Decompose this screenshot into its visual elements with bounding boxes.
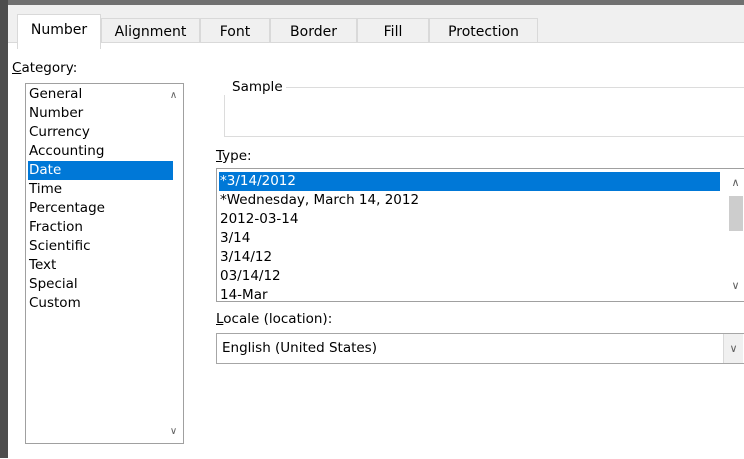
type-list-item[interactable]: 14-Mar — [219, 286, 720, 301]
type-list-item[interactable]: *Wednesday, March 14, 2012 — [219, 191, 720, 210]
chevron-down-icon[interactable]: ∨ — [726, 279, 744, 292]
category-label: Category: — [12, 60, 78, 76]
category-list-item[interactable]: General — [28, 85, 173, 104]
type-list-item[interactable]: 03/14/12 — [219, 267, 720, 286]
chevron-down-icon[interactable]: ∨ — [723, 334, 743, 363]
chevron-up-icon[interactable]: ∧ — [726, 176, 744, 189]
tab-strip: Number Alignment Font Border Fill Protec… — [8, 5, 744, 49]
type-list-item[interactable]: 3/14 — [219, 229, 720, 248]
type-scrollbar[interactable]: ∧ ∨ — [726, 169, 744, 301]
category-list-item[interactable]: Scientific — [28, 237, 173, 256]
number-tab-panel: Category: ∧ ∨ General Number Currency Accou… — [8, 42, 744, 459]
category-list-item[interactable]: Accounting — [28, 142, 173, 161]
category-list-item[interactable]: Percentage — [28, 199, 173, 218]
type-listbox[interactable]: ∧ ∨ *3/14/2012 *Wednesday, March 14, 2012… — [216, 168, 744, 302]
sample-label: Sample — [224, 79, 286, 95]
category-list-item[interactable]: Time — [28, 180, 173, 199]
category-list-item[interactable]: Text — [28, 256, 173, 275]
category-list-item[interactable]: Fraction — [28, 218, 173, 237]
type-label: Type: — [216, 148, 252, 164]
category-list-item[interactable]: Number — [28, 104, 173, 123]
scroll-thumb[interactable] — [729, 196, 743, 231]
category-list-item[interactable]: Currency — [28, 123, 173, 142]
chevron-down-icon[interactable]: ∨ — [164, 426, 183, 437]
category-list-item[interactable]: Custom — [28, 294, 173, 313]
category-list-item[interactable]: Date — [28, 161, 173, 180]
type-list-item[interactable]: 2012-03-14 — [219, 210, 720, 229]
category-list-item[interactable]: Special — [28, 275, 173, 294]
window-left-border — [0, 0, 8, 458]
type-list-item[interactable]: *3/14/2012 — [219, 172, 720, 191]
locale-label: Locale (location): — [216, 311, 333, 327]
locale-value: English (United States) — [222, 340, 377, 356]
category-listbox[interactable]: ∧ ∨ General Number Currency Accounting Date T… — [25, 83, 184, 444]
sample-group — [224, 87, 744, 137]
locale-dropdown[interactable]: English (United States) ∨ — [216, 333, 744, 364]
tab-number[interactable]: Number — [17, 14, 101, 49]
type-list-item[interactable]: 3/14/12 — [219, 248, 720, 267]
